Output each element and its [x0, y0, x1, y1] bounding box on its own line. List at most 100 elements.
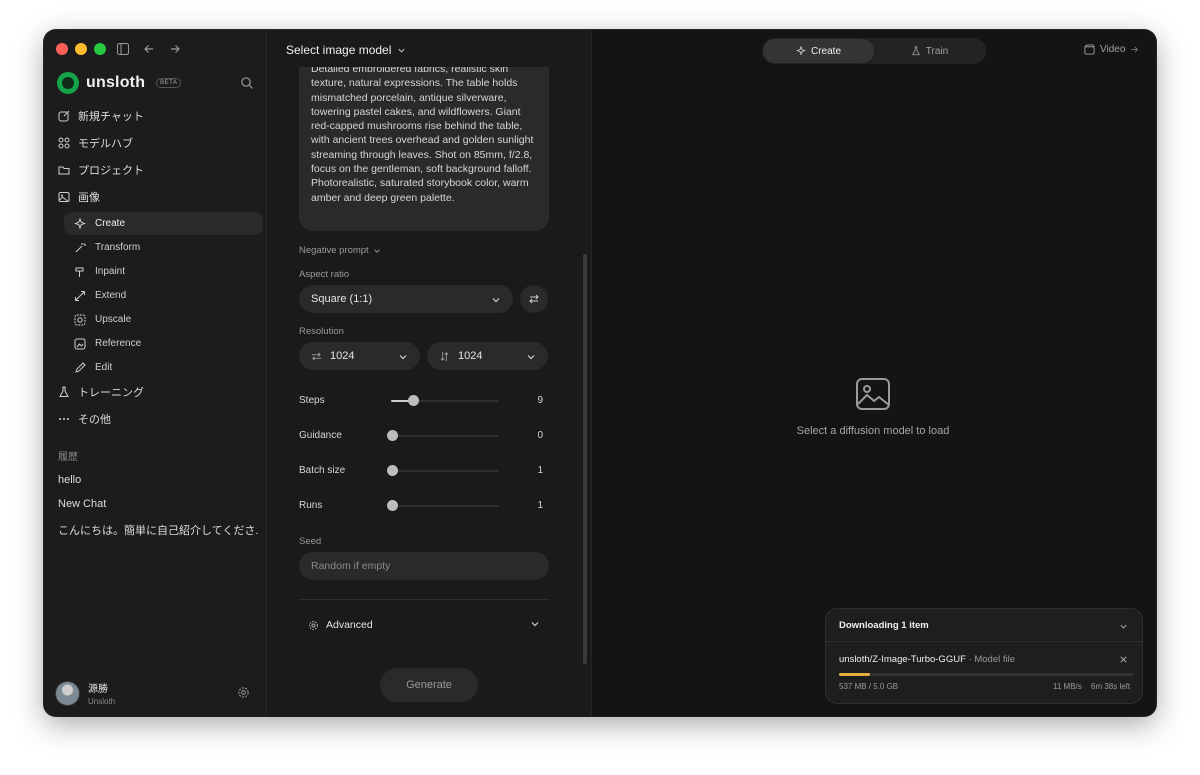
pencil-icon: [74, 361, 86, 374]
reference-icon: [74, 338, 86, 350]
forward-arrow-icon[interactable]: [168, 40, 182, 58]
sidebar-toggle-icon[interactable]: [116, 40, 130, 58]
tab-train[interactable]: Train: [874, 39, 985, 63]
image-icon: [58, 191, 70, 203]
slider-thumb[interactable]: [408, 395, 420, 406]
sidebar-item-model-hub[interactable]: モデルハブ: [58, 132, 258, 154]
sidebar-subitem-upscale[interactable]: Upscale: [64, 308, 263, 331]
sidebar-item-projects[interactable]: プロジェクト: [58, 159, 258, 181]
sidebar-item-other[interactable]: その他: [58, 408, 258, 430]
download-size: 537 MB / 5.0 GB: [839, 682, 899, 691]
scrollbar[interactable]: [583, 254, 587, 664]
download-item: unsloth/Z-Image-Turbo-GGUF · Model file: [839, 654, 1015, 665]
download-item-kind: · Model file: [968, 654, 1015, 665]
gear-icon: [309, 620, 318, 630]
divider: [299, 599, 549, 600]
slider-value: 1: [537, 500, 543, 511]
slider-thumb[interactable]: [386, 465, 398, 476]
main-canvas: Create Train Video Select a diffusion mo…: [593, 30, 1156, 716]
slider-track[interactable]: [391, 470, 499, 472]
brand-name: unsloth: [86, 74, 146, 91]
advanced-toggle[interactable]: Advanced: [308, 617, 540, 633]
history-item[interactable]: こんにちは。簡単に自己紹介してくださ...: [58, 522, 258, 538]
model-select[interactable]: Select image model: [286, 43, 406, 57]
seed-input[interactable]: [299, 552, 549, 580]
sidebar-subitem-edit[interactable]: Edit: [64, 356, 263, 379]
history-title: 履歴: [58, 452, 78, 463]
sidebar-subitem-create[interactable]: Create: [64, 212, 263, 235]
avatar: [55, 680, 80, 706]
history-item[interactable]: New Chat: [58, 498, 258, 510]
sidebar-subitem-inpaint[interactable]: Inpaint: [64, 260, 263, 283]
sidebar-item-images[interactable]: 画像: [58, 186, 258, 208]
video-link[interactable]: Video: [1084, 44, 1139, 55]
search-icon[interactable]: [240, 76, 254, 90]
prompt-textarea[interactable]: Detailed embroidered fabrics, realistic …: [299, 67, 549, 231]
aspect-ratio-value: Square (1:1): [311, 293, 373, 305]
grid-icon: [58, 137, 70, 149]
empty-state-text: Select a diffusion model to load: [796, 425, 950, 437]
chevron-down-icon: [398, 48, 405, 53]
slider-label: Guidance: [299, 430, 342, 441]
sidebar-subitem-label: Reference: [95, 338, 142, 349]
tab-label: Create: [810, 45, 841, 57]
divider: [826, 641, 1142, 642]
brand[interactable]: unsloth BETA: [57, 72, 182, 94]
flask-icon: [58, 386, 70, 398]
steps-slider[interactable]: Steps 9: [299, 393, 543, 409]
sparkle-icon: [74, 217, 86, 230]
width-select[interactable]: 1024: [299, 342, 420, 370]
sidebar-item-new-chat[interactable]: 新規チャット: [58, 105, 258, 127]
sidebar-subitem-transform[interactable]: Transform: [64, 236, 263, 259]
chevron-down-icon: [492, 298, 500, 303]
app-window: unsloth BETA 新規チャット モデルハブ プロジェクト 画像 Crea…: [44, 30, 1156, 716]
gear-icon[interactable]: [237, 686, 250, 699]
negative-prompt-label: Negative prompt: [299, 245, 369, 256]
generate-button[interactable]: Generate: [380, 668, 478, 702]
sidebar-subitem-label: Extend: [95, 290, 127, 301]
advanced-label: Advanced: [326, 619, 373, 631]
chevron-down-icon: [531, 622, 539, 627]
sidebar-subitem-label: Create: [95, 218, 126, 229]
sidebar-item-label: その他: [78, 414, 111, 426]
batch-size-slider[interactable]: Batch size 1: [299, 463, 543, 479]
chevron-down-icon[interactable]: [1119, 622, 1128, 631]
slider-label: Batch size: [299, 465, 346, 476]
download-speed: 11 MB/s: [1053, 682, 1082, 691]
aspect-ratio-label: Aspect ratio: [299, 269, 350, 280]
minimize-window-button[interactable]: [75, 43, 87, 55]
slider-track[interactable]: [391, 435, 499, 437]
user-name: 源勝: [88, 684, 108, 695]
sidebar-subitem-label: Inpaint: [95, 266, 126, 277]
slider-label: Steps: [299, 395, 325, 406]
image-settings-panel: Select image model Detailed embroidered …: [268, 30, 592, 716]
swap-aspect-button[interactable]: [520, 285, 548, 313]
tab-create[interactable]: Create: [763, 39, 874, 63]
negative-prompt-toggle[interactable]: Negative prompt: [299, 245, 381, 256]
image-placeholder-icon: [856, 378, 890, 410]
unsloth-logo-icon: [57, 72, 79, 94]
sidebar-subitem-reference[interactable]: Reference: [64, 332, 263, 355]
expand-icon: [74, 290, 86, 302]
width-arrows-icon: [311, 352, 322, 360]
height-arrows-icon: [440, 351, 449, 361]
slider-thumb[interactable]: [386, 500, 398, 511]
chevron-down-icon: [373, 248, 380, 253]
slider-thumb[interactable]: [386, 430, 398, 441]
user-profile[interactable]: 源勝 Unsloth: [55, 680, 115, 706]
close-icon[interactable]: [1119, 655, 1128, 664]
guidance-slider[interactable]: Guidance 0: [299, 428, 543, 444]
sidebar-item-training[interactable]: トレーニング: [58, 381, 258, 403]
zoom-window-button[interactable]: [94, 43, 106, 55]
sidebar-item-label: 画像: [78, 192, 100, 204]
close-window-button[interactable]: [56, 43, 68, 55]
folder-icon: [58, 164, 70, 176]
history-item[interactable]: hello: [58, 474, 258, 486]
slider-track[interactable]: [391, 505, 499, 507]
sidebar-subitem-label: Upscale: [95, 314, 132, 325]
back-arrow-icon[interactable]: [142, 40, 156, 58]
runs-slider[interactable]: Runs 1: [299, 498, 543, 514]
sidebar-subitem-extend[interactable]: Extend: [64, 284, 263, 307]
height-select[interactable]: 1024: [427, 342, 548, 370]
aspect-ratio-select[interactable]: Square (1:1): [299, 285, 513, 313]
